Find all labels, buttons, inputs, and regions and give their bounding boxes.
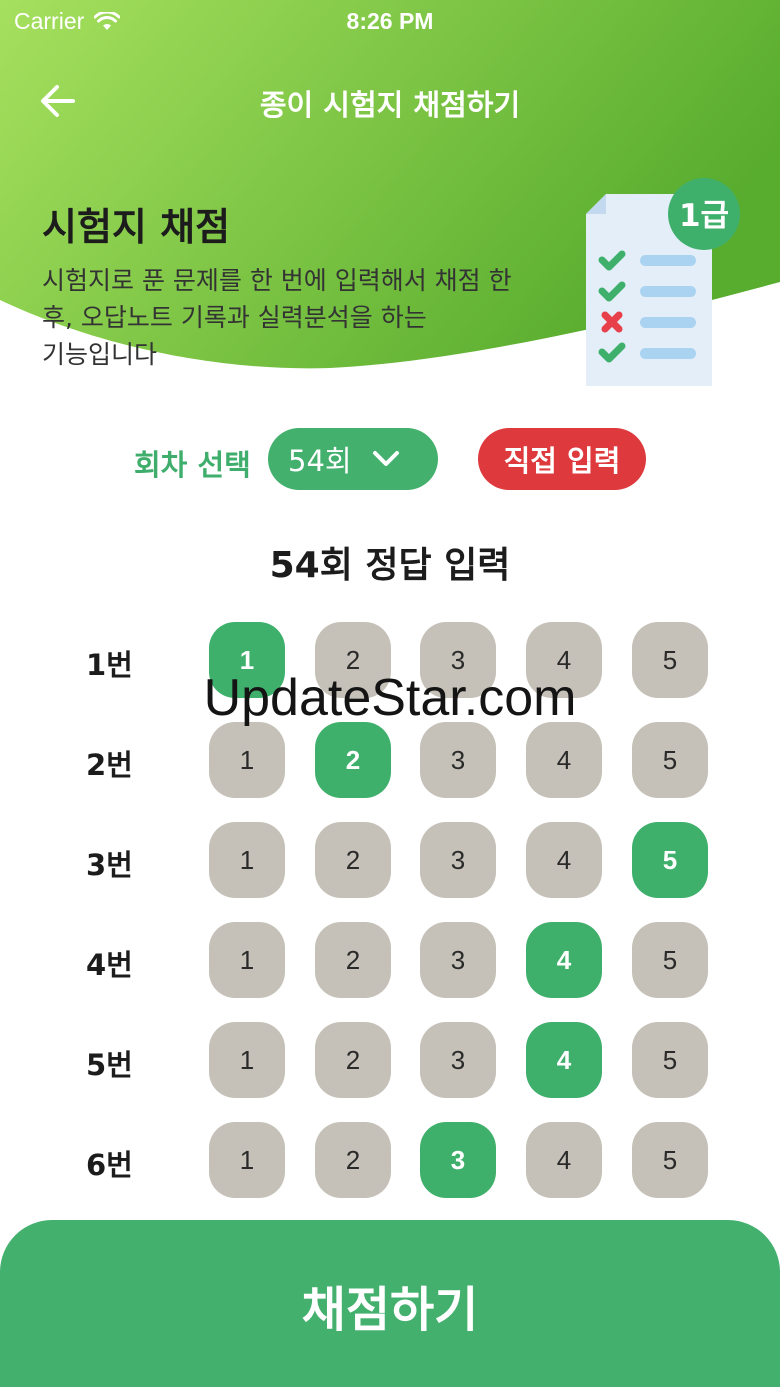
answer-option-button[interactable]: 4 [526,1022,602,1098]
answer-option-button[interactable]: 3 [420,822,496,898]
answer-input-title: 54회 정답 입력 [269,545,511,586]
question-number: 1번 [86,648,133,682]
question-row: 3번 1 2 3 4 5 [0,822,780,898]
chevron-down-icon [372,451,399,466]
cross-icon [601,311,623,333]
answer-option-button[interactable]: 2 [315,922,391,998]
answer-option-button[interactable]: 2 [315,822,391,898]
answer-option-button[interactable]: 3 [420,1122,496,1198]
question-row: 4번 1 2 3 4 5 [0,922,780,998]
answer-option-button[interactable]: 2 [315,722,391,798]
grade-button[interactable]: 채점하기 [0,1220,780,1387]
question-number: 2번 [86,748,133,782]
answer-option-button[interactable]: 4 [526,622,602,698]
question-number: 3번 [86,848,133,882]
hero-description: 시험지로 푼 문제를 한 번에 입력해서 채점 한 후, 오답노트 기록과 실력… [42,266,512,369]
direct-input-button[interactable]: 직접 입력 [478,428,646,490]
status-time: 8:26 PM [346,8,434,34]
question-row: 6번 1 2 3 4 5 [0,1122,780,1198]
round-value: 54회 [288,444,352,478]
question-number: 5번 [86,1048,133,1082]
nav-bar: 종이 시험지 채점하기 [0,66,780,136]
page-title: 종이 시험지 채점하기 [259,88,521,122]
grade-badge: 1급 [679,198,729,234]
answer-option-button[interactable]: 2 [315,1122,391,1198]
question-number: 6번 [86,1148,133,1182]
answer-option-button[interactable]: 2 [315,622,391,698]
answer-option-button[interactable]: 1 [209,722,285,798]
answer-option-button[interactable]: 1 [209,622,285,698]
question-row: 2번 1 2 3 4 5 [0,722,780,798]
answer-option-button[interactable]: 4 [526,922,602,998]
answer-option-button[interactable]: 2 [315,1022,391,1098]
answer-option-button[interactable]: 5 [632,1022,708,1098]
round-dropdown[interactable]: 54회 [268,428,438,490]
hero-title: 시험지 채점 [42,205,231,249]
answer-option-button[interactable]: 1 [209,1122,285,1198]
answer-option-button[interactable]: 5 [632,722,708,798]
status-bar: Carrier 8:26 PM [0,0,780,44]
answer-option-button[interactable]: 5 [632,822,708,898]
answer-option-button[interactable]: 3 [420,622,496,698]
answer-option-button[interactable]: 4 [526,822,602,898]
answer-option-button[interactable]: 4 [526,1122,602,1198]
question-row: 5번 1 2 3 4 5 [0,1022,780,1098]
answer-option-button[interactable]: 1 [209,1022,285,1098]
answer-option-button[interactable]: 3 [420,922,496,998]
answer-option-button[interactable]: 5 [632,1122,708,1198]
answer-option-button[interactable]: 3 [420,722,496,798]
question-row: 1번 1 2 3 4 5 [0,622,780,698]
answer-option-button[interactable]: 1 [209,822,285,898]
round-label: 회차 선택 [134,448,251,482]
answer-option-button[interactable]: 4 [526,722,602,798]
answer-option-button[interactable]: 5 [632,922,708,998]
question-number: 4번 [86,948,133,982]
answer-option-button[interactable]: 1 [209,922,285,998]
round-selection-row: 회차 선택 54회 직접 입력 [0,428,780,492]
exam-sheet-illustration: 1급 [586,178,740,386]
answer-option-button[interactable]: 5 [632,622,708,698]
answer-option-button[interactable]: 3 [420,1022,496,1098]
